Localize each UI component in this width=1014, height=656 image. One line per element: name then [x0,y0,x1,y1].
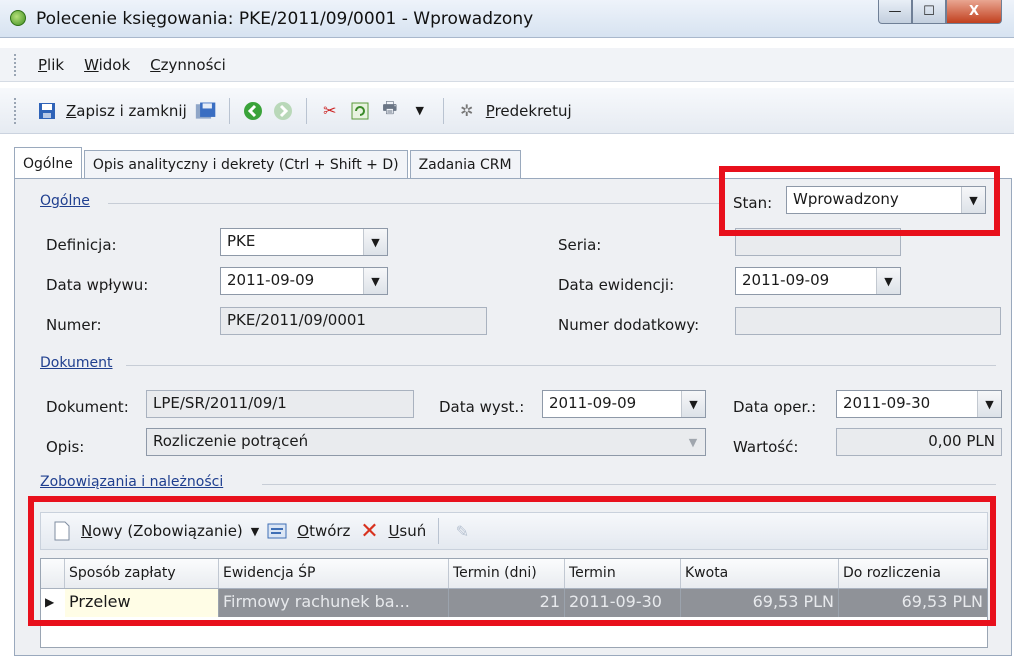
data-wyst-value: 2011-09-09 [549,394,637,412]
close-button[interactable]: X [946,0,1002,24]
menu-grip [14,54,18,76]
data-wyst-picker[interactable]: 2011-09-09 ▼ [542,390,706,418]
save-icon-large[interactable] [195,100,217,122]
opis-select[interactable]: Rozliczenie potrąceń ▼ [146,428,706,456]
opis-value: Rozliczenie potrąceń [153,432,309,450]
data-wplywu-value: 2011-09-09 [227,271,315,289]
data-ewidencji-picker[interactable]: 2011-09-09 ▼ [735,267,901,295]
menu-bar: Plik Widok Czynności [0,48,1014,82]
toolbar-separator [305,97,307,124]
section-dokument: Dokument [40,355,113,371]
numer-field[interactable]: PKE/2011/09/0001 [220,307,487,335]
magic-wand-icon: ✲ [460,101,474,120]
seria-label: Seria: [558,236,602,254]
window-title: Polecenie księgowania: PKE/2011/09/0001 … [36,9,534,29]
section-divider [262,484,996,485]
dokument-label: Dokument: [46,398,129,416]
definicja-value: PKE [227,232,256,250]
data-wplywu-label: Data wpływu: [46,276,149,294]
section-ogolne: Ogólne [40,193,90,209]
chevron-down-icon[interactable]: ▼ [363,268,387,294]
chevron-down-icon[interactable]: ▼ [681,391,705,417]
predekretuj-button[interactable]: Predekretuj [486,102,572,120]
menu-plik[interactable]: Plik [38,56,64,74]
tab-strip: Ogólne Opis analityczny i dekrety (Ctrl … [14,146,523,179]
numer-label: Numer: [46,316,102,334]
refresh-icon[interactable] [349,100,371,122]
highlight-box-liabilities [28,496,996,626]
data-wplywu-picker[interactable]: 2011-09-09 ▼ [220,267,388,295]
data-oper-label: Data oper.: [733,398,817,416]
toolbar-separator [228,97,230,124]
section-divider [126,365,996,366]
app-icon [10,10,26,26]
tab-ogolne[interactable]: Ogólne [14,147,82,179]
menu-czynnosci[interactable]: Czynności [150,56,226,74]
tab-zadania-crm[interactable]: Zadania CRM [409,150,521,178]
data-oper-value: 2011-09-30 [843,394,931,412]
numer-dodatkowy-label: Numer dodatkowy: [558,316,700,334]
definicja-select[interactable]: PKE ▼ [220,228,388,256]
tools-icon[interactable]: ✂ [319,100,341,122]
chevron-down-icon[interactable]: ▼ [977,391,1001,417]
menu-widok[interactable]: Widok [84,56,130,74]
section-zobowiazania: Zobowiązania i należności [40,474,224,490]
back-arrow-icon[interactable] [242,100,264,122]
wartosc-field[interactable]: 0,00 PLN [836,428,1002,456]
toolbar-grip [14,98,18,124]
save-and-close-button[interactable]: Zapisz i zamknij [66,102,187,120]
save-icon [36,100,58,122]
chevron-down-icon[interactable]: ▼ [409,100,431,122]
maximize-button[interactable]: ☐ [912,0,946,24]
section-divider [108,203,720,204]
print-icon[interactable]: 🖶 [379,98,401,122]
chevron-down-icon[interactable]: ▼ [876,268,900,294]
tab-opis-analityczny[interactable]: Opis analityczny i dekrety (Ctrl + Shift… [83,150,408,178]
numer-dodatkowy-field[interactable] [735,307,1001,335]
data-ewidencji-value: 2011-09-09 [742,271,830,289]
definicja-label: Definicja: [46,236,117,254]
data-oper-picker[interactable]: 2011-09-30 ▼ [836,390,1002,418]
main-toolbar: Zapisz i zamknij ✂ 🖶 ▼ ✲ Predekretuj [0,88,1014,134]
toolbar-separator [442,97,444,124]
highlight-box-stan [719,166,1000,236]
dokument-field[interactable]: LPE/SR/2011/09/1 [146,390,414,418]
minimize-button[interactable]: — [878,0,912,24]
data-wyst-label: Data wyst.: [439,398,525,416]
chevron-down-icon[interactable]: ▼ [681,429,705,455]
data-ewidencji-label: Data ewidencji: [558,276,675,294]
wartosc-label: Wartość: [733,438,799,456]
opis-label: Opis: [46,438,85,456]
title-bar: Polecenie księgowania: PKE/2011/09/0001 … [0,0,1014,38]
forward-arrow-icon[interactable] [272,100,294,122]
window-controls: — ☐ X [878,0,1002,24]
chevron-down-icon[interactable]: ▼ [363,229,387,255]
